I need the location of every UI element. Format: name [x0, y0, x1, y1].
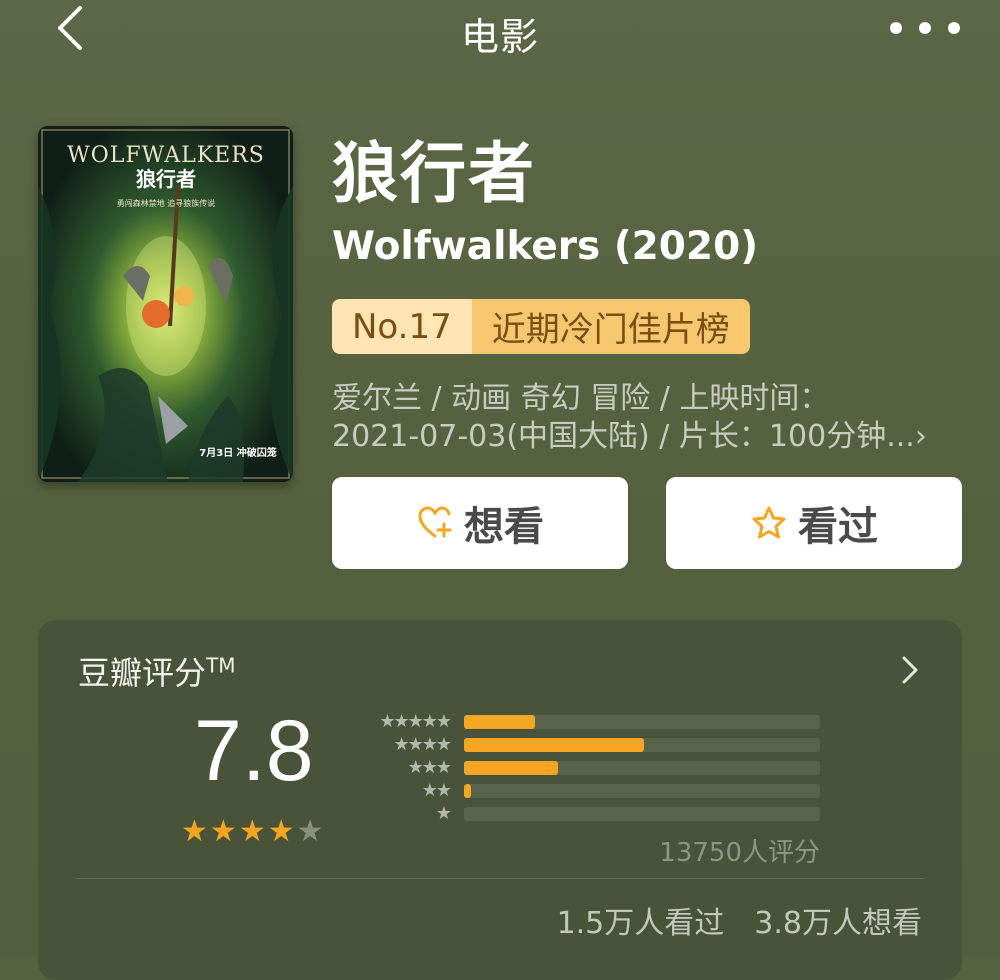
rating-stars: ★ ★ ★ ★ ★ [181, 817, 324, 847]
divider [76, 878, 924, 879]
rating-row-stars: ★★ [421, 780, 452, 801]
star-filled-icon: ★ [267, 814, 295, 849]
star-empty-icon: ★ [296, 814, 324, 849]
seen-count[interactable]: 1.5万人看过 [557, 898, 725, 942]
star-outline-icon [752, 506, 786, 539]
vote-count: 13750人评分 [659, 838, 820, 868]
rating-row-stars: ★★★★★ [379, 711, 452, 732]
rating-row: ★★ [360, 781, 820, 804]
want-to-watch-button[interactable]: 想看 [332, 477, 628, 569]
poster-title-cn: 狼行者 [136, 167, 196, 191]
rank-list-name: 近期冷门佳片榜 [471, 299, 750, 354]
rating-bar-track [464, 738, 820, 752]
rating-row-stars: ★★★★ [393, 734, 452, 755]
want-count[interactable]: 3.8万人想看 [754, 898, 922, 942]
rating-title-text: 豆瓣评分 [78, 654, 207, 692]
poster-title-en: WOLFWALKERS [67, 143, 265, 168]
rank-number: No.17 [332, 299, 472, 354]
more-button[interactable] [890, 8, 960, 48]
heart-plus-icon [418, 506, 452, 538]
movie-title-cn: 狼行者 [332, 135, 536, 212]
movie-meta[interactable]: 爱尔兰 / 动画 奇幻 冒险 / 上映时间： 2021-07-03(中国大陆) … [332, 380, 962, 456]
rating-bar-track [464, 807, 820, 821]
rating-bar-fill [464, 784, 472, 798]
rating-row: ★★★★★ [360, 712, 820, 735]
rating-bar-fill [464, 761, 559, 775]
rating-row: ★★★★ [360, 735, 820, 758]
rating-score: 7.8 [194, 703, 314, 799]
meta-line-1: 爱尔兰 / 动画 奇幻 冒险 / 上映时间： [332, 381, 830, 416]
watch-stats: 1.5万人看过 3.8万人想看 [557, 898, 922, 942]
rating-row-stars: ★★★ [407, 757, 452, 778]
star-filled-icon: ★ [238, 814, 266, 849]
rating-bar-track [464, 715, 820, 729]
meta-line-2: 2021-07-03(中国大陆) / 片长：100分钟... [332, 419, 915, 454]
watched-button[interactable]: 看过 [666, 477, 962, 569]
trademark: TM [206, 653, 236, 678]
chevron-right-icon: › [914, 419, 927, 454]
rating-row: ★★★ [360, 758, 820, 781]
movie-title-en: Wolfwalkers (2020) [332, 224, 759, 269]
rating-bar-track [464, 784, 820, 798]
rating-title: 豆瓣评分TM [78, 648, 236, 694]
star-filled-icon: ★ [209, 814, 237, 849]
poster-release: 7月3日 冲破囚笼 [199, 446, 276, 459]
want-to-watch-label: 想看 [464, 504, 544, 550]
rating-distribution: ★★★★★ ★★★★ ★★★ ★★ ★ [360, 712, 820, 827]
more-dots-icon [890, 22, 902, 34]
rating-row-stars: ★ [435, 803, 452, 824]
top-bar: 电影 [0, 0, 1000, 60]
rank-badge[interactable]: No.17 近期冷门佳片榜 [332, 299, 750, 354]
rating-card[interactable]: 豆瓣评分TM 7.8 ★ ★ ★ ★ ★ ★★★★★ ★★★★ ★★★ ★★ ★ 13750人评… [38, 620, 962, 980]
chevron-right-icon[interactable] [898, 652, 922, 688]
rating-row: ★ [360, 804, 820, 827]
page-title: 电影 [460, 15, 539, 59]
rating-bar-fill [464, 738, 644, 752]
watched-label: 看过 [798, 504, 878, 550]
rating-bar-fill [464, 715, 536, 729]
poster-tagline: 勇闯森林禁地 追寻狼族传说 [117, 198, 216, 208]
poster-image: WOLFWALKERS 狼行者 勇闯森林禁地 追寻狼族传说 7月3日 冲破囚笼 [38, 126, 293, 482]
movie-poster[interactable]: WOLFWALKERS 狼行者 勇闯森林禁地 追寻狼族传说 7月3日 冲破囚笼 [38, 126, 293, 482]
star-filled-icon: ★ [181, 814, 208, 849]
rating-bar-track [464, 761, 820, 775]
